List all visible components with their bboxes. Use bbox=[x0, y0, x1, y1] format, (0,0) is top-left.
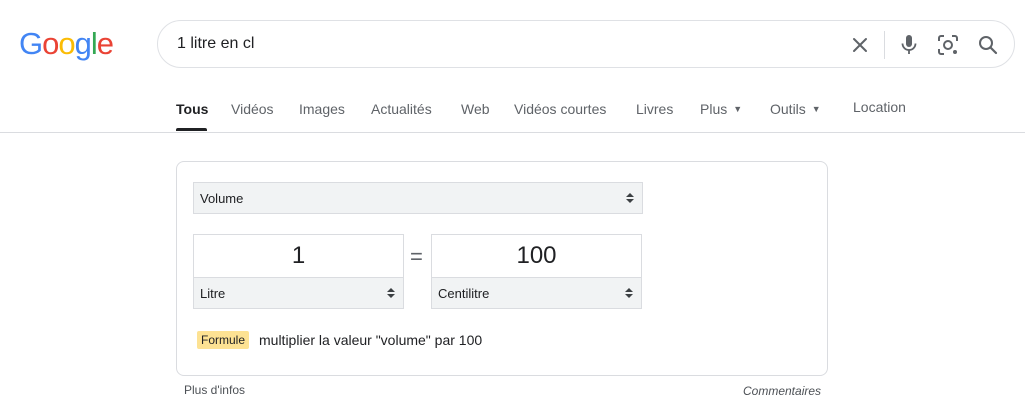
formula-badge: Formule bbox=[197, 331, 250, 349]
equals-sign: = bbox=[410, 244, 423, 269]
caret-down-icon: ▼ bbox=[733, 104, 743, 114]
to-unit-select[interactable]: Centilitre bbox=[431, 277, 642, 309]
tab-outils-label: Outils bbox=[770, 101, 806, 117]
search-tabs: Tous Vidéos Images Actualités Web Vidéos… bbox=[0, 90, 1025, 133]
logo-letter: g bbox=[74, 26, 92, 61]
logo-letter: G bbox=[19, 26, 43, 61]
clear-search-button[interactable] bbox=[846, 31, 874, 59]
from-unit-value: Litre bbox=[200, 286, 226, 301]
tab-images[interactable]: Images bbox=[299, 101, 345, 117]
tab-location[interactable]: Location bbox=[853, 99, 906, 115]
from-unit-select[interactable]: Litre bbox=[193, 277, 404, 309]
search-button[interactable] bbox=[974, 31, 1002, 59]
mic-icon bbox=[901, 35, 917, 54]
category-select[interactable]: Volume bbox=[193, 182, 643, 214]
tab-outils[interactable]: Outils ▼ bbox=[770, 101, 821, 117]
lens-search-button[interactable] bbox=[934, 31, 962, 59]
caret-down-icon: ▼ bbox=[811, 104, 821, 114]
search-bar[interactable]: 1 litre en cl bbox=[157, 20, 1015, 68]
logo-letter: o bbox=[42, 26, 59, 61]
feedback-link[interactable]: Commentaires bbox=[743, 384, 821, 398]
more-info-link[interactable]: Plus d'infos bbox=[184, 383, 245, 397]
updown-arrows-icon bbox=[625, 288, 633, 298]
unit-converter-card: Volume 1 Litre = 100 Centilitre Formule … bbox=[176, 161, 828, 376]
close-icon bbox=[853, 38, 867, 52]
tab-web[interactable]: Web bbox=[461, 101, 490, 117]
tab-plus[interactable]: Plus ▼ bbox=[700, 101, 742, 117]
tab-livres[interactable]: Livres bbox=[636, 101, 673, 117]
voice-search-button[interactable] bbox=[895, 31, 923, 59]
from-value-input[interactable]: 1 bbox=[193, 234, 404, 278]
updown-arrows-icon bbox=[626, 193, 634, 203]
to-value-input[interactable]: 100 bbox=[431, 234, 642, 278]
tab-videos[interactable]: Vidéos bbox=[231, 101, 274, 117]
tab-videos-courtes[interactable]: Vidéos courtes bbox=[514, 101, 606, 117]
logo-letter: e bbox=[96, 26, 114, 61]
google-logo[interactable]: Google bbox=[19, 26, 114, 62]
search-icon bbox=[979, 36, 998, 55]
updown-arrows-icon bbox=[387, 288, 395, 298]
tab-plus-label: Plus bbox=[700, 101, 728, 117]
lens-icon bbox=[938, 35, 958, 55]
active-tab-indicator bbox=[176, 128, 207, 131]
formula-text: multiplier la valeur "volume" par 100 bbox=[259, 332, 483, 348]
to-unit-value: Centilitre bbox=[438, 286, 490, 301]
search-divider bbox=[884, 31, 885, 59]
tab-actualites[interactable]: Actualités bbox=[371, 101, 432, 117]
category-select-value: Volume bbox=[200, 191, 244, 206]
tab-tous[interactable]: Tous bbox=[176, 101, 208, 117]
search-input[interactable]: 1 litre en cl bbox=[177, 35, 254, 53]
logo-letter: o bbox=[58, 26, 75, 61]
